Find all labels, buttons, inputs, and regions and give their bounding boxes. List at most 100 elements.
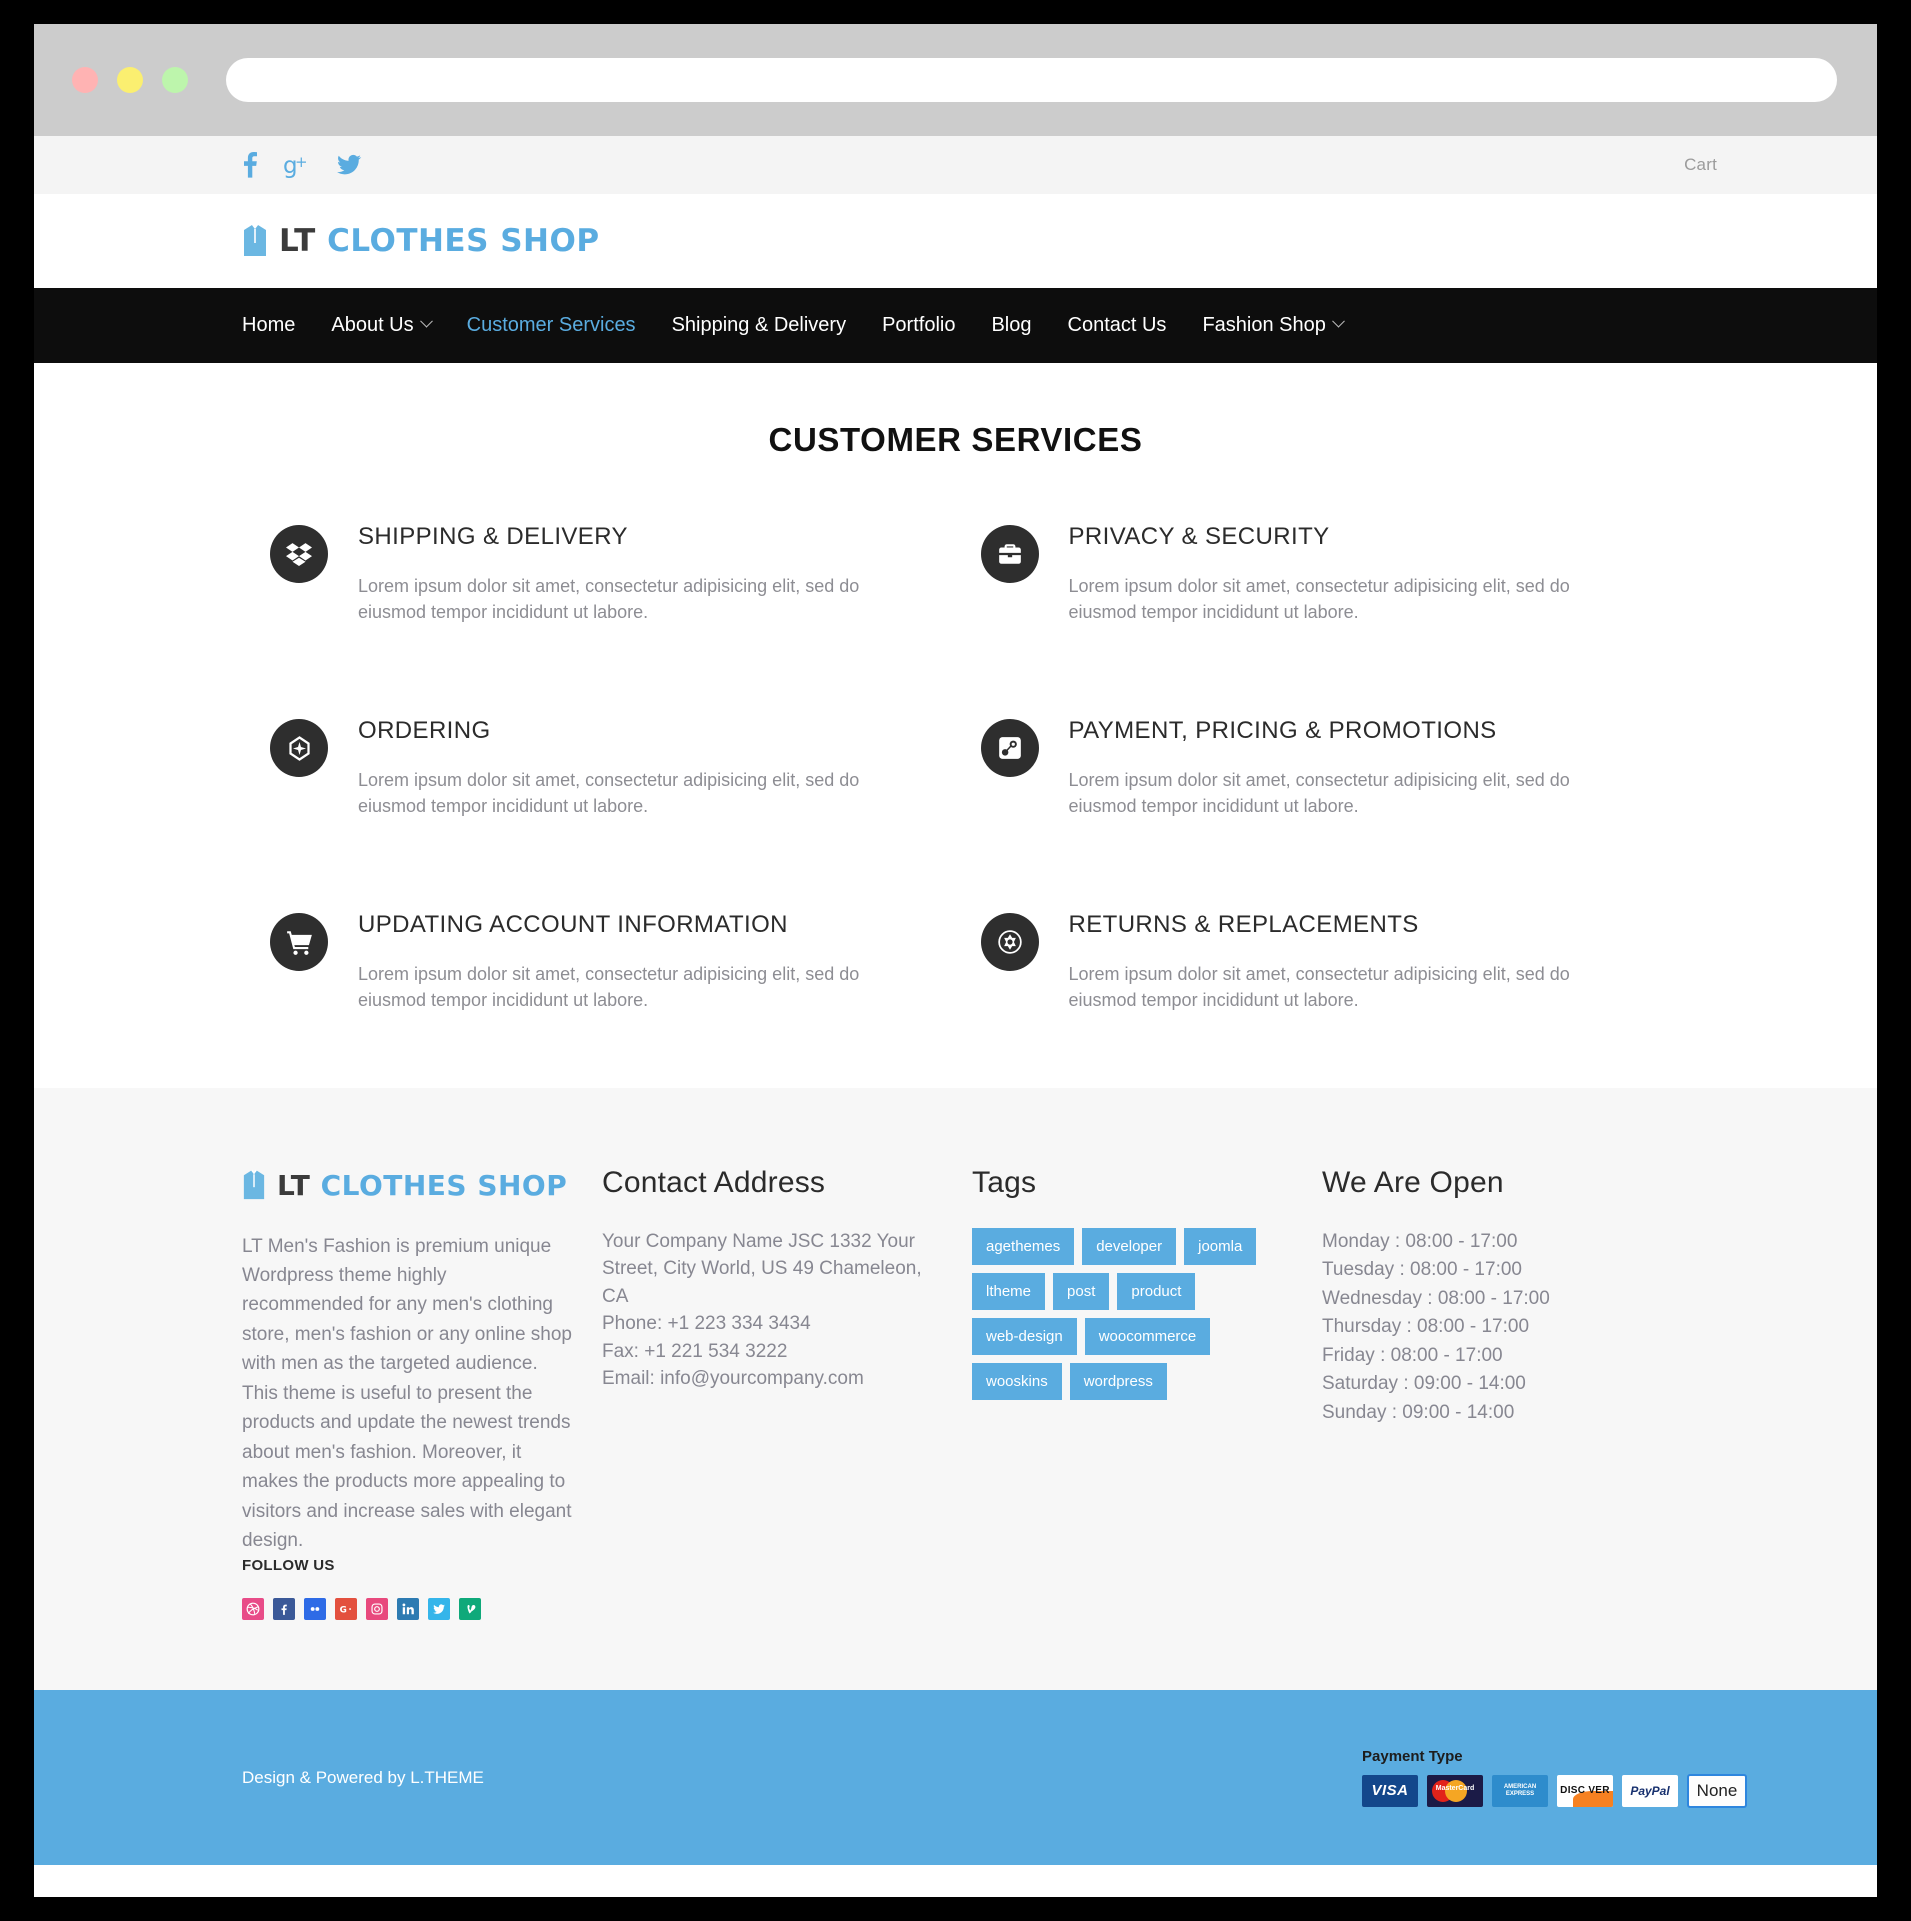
service-title: RETURNS & REPLACEMENTS bbox=[1068, 911, 1419, 939]
nav-label: Contact Us bbox=[1067, 314, 1167, 336]
tag-joomla[interactable]: joomla bbox=[1184, 1227, 1257, 1265]
twitter-icon[interactable] bbox=[336, 152, 362, 178]
tag-wordpress[interactable]: wordpress bbox=[1069, 1362, 1167, 1400]
service-description: Lorem ipsum dolor sit amet, consectetur … bbox=[1068, 964, 1570, 1011]
minimize-window-button[interactable] bbox=[117, 67, 143, 93]
copyright-text: Design & Powered by L.THEME bbox=[242, 1767, 484, 1787]
footer-logo-lt: LT bbox=[277, 1168, 311, 1202]
service-title: PRIVACY & SECURITY bbox=[1068, 523, 1330, 550]
logo-rest: CLOTHES SHOP bbox=[327, 222, 600, 259]
svg-text:G: G bbox=[340, 1606, 347, 1616]
nav-item-portfolio[interactable]: Portfolio bbox=[882, 314, 955, 337]
twitter-icon[interactable] bbox=[428, 1598, 450, 1621]
site-logo[interactable]: LT CLOTHES SHOP bbox=[242, 220, 600, 263]
none-option[interactable]: None bbox=[1687, 1773, 1747, 1808]
tag-web-design[interactable]: web-design bbox=[972, 1317, 1077, 1355]
hours-heading: We Are Open bbox=[1322, 1165, 1504, 1199]
service-body: RETURNS & REPLACEMENTS Lorem ipsum dolor… bbox=[1069, 909, 1629, 1013]
visa-icon[interactable]: VISA bbox=[1362, 1774, 1418, 1807]
flickr-icon[interactable] bbox=[304, 1598, 326, 1621]
site-footer: LT CLOTHES SHOP LT Men's Fashion is prem… bbox=[34, 1087, 1877, 1691]
address-bar[interactable] bbox=[226, 58, 1837, 102]
nav-item-home[interactable]: Home bbox=[242, 314, 295, 337]
facebook-icon[interactable] bbox=[273, 1598, 295, 1621]
service-description: Lorem ipsum dolor sit amet, consectetur … bbox=[1068, 576, 1570, 623]
payment-type-label: Payment Type bbox=[1362, 1747, 1463, 1765]
footer-logo-text: LT CLOTHES SHOP bbox=[277, 1168, 568, 1202]
paypal-icon[interactable]: PayPal bbox=[1622, 1774, 1678, 1807]
chevron-down-icon bbox=[419, 314, 433, 328]
tag-agethemes[interactable]: agethemes bbox=[972, 1227, 1075, 1265]
maximize-window-button[interactable] bbox=[162, 67, 188, 93]
close-window-button[interactable] bbox=[72, 67, 98, 93]
service-item-ordering: ORDERING Lorem ipsum dolor sit amet, con… bbox=[270, 715, 933, 819]
tag-cloud: agethemes developer joomla ltheme post p… bbox=[972, 1227, 1272, 1400]
hours-saturday: Saturday : 09:00 - 14:00 bbox=[1322, 1373, 1526, 1395]
hours-thursday: Thursday : 08:00 - 17:00 bbox=[1322, 1316, 1530, 1338]
gem-icon bbox=[270, 719, 328, 778]
facebook-icon[interactable] bbox=[242, 152, 258, 178]
nav-label: Home bbox=[242, 314, 296, 336]
google-plus-icon[interactable]: G bbox=[335, 1598, 357, 1621]
tag-product[interactable]: product bbox=[1117, 1272, 1196, 1310]
logo-text: LT CLOTHES SHOP bbox=[279, 222, 600, 259]
amex-icon[interactable]: AMERICAN EXPRESS bbox=[1492, 1774, 1548, 1807]
window-controls bbox=[72, 67, 188, 93]
tags-heading: Tags bbox=[972, 1165, 1037, 1199]
nav-item-customer-services[interactable]: Customer Services bbox=[467, 314, 636, 337]
cart-link[interactable]: Cart bbox=[1684, 155, 1717, 175]
tag-woocommerce[interactable]: woocommerce bbox=[1084, 1317, 1211, 1355]
page-content: CUSTOMER SERVICES SHIPPING & DELIVERY Lo… bbox=[34, 363, 1877, 1088]
mastercard-circles: MasterCard bbox=[1432, 1779, 1478, 1802]
footer-about-text: LT Men's Fashion is premium unique Wordp… bbox=[242, 1235, 572, 1551]
service-description: Lorem ipsum dolor sit amet, consectetur … bbox=[358, 770, 860, 817]
paypal-label: PayPal bbox=[1630, 1783, 1670, 1798]
service-body: UPDATING ACCOUNT INFORMATION Lorem ipsum… bbox=[358, 909, 918, 1013]
service-title: UPDATING ACCOUNT INFORMATION bbox=[358, 911, 788, 939]
service-body: SHIPPING & DELIVERY Lorem ipsum dolor si… bbox=[358, 521, 918, 625]
nav-label: Portfolio bbox=[882, 314, 956, 336]
nav-item-shipping-delivery[interactable]: Shipping & Delivery bbox=[672, 314, 847, 337]
shopping-cart-icon bbox=[270, 913, 328, 972]
payment-icons-row: VISA MasterCard AMERICAN EXPRESS DISC VE… bbox=[1362, 1773, 1747, 1808]
nav-label: Blog bbox=[991, 314, 1032, 336]
linkedin-icon[interactable] bbox=[397, 1598, 419, 1621]
follow-us-label: FOLLOW US bbox=[242, 1557, 335, 1575]
site-bottom-bar: Design & Powered by L.THEME Payment Type… bbox=[34, 1690, 1877, 1866]
nav-item-contact-us[interactable]: Contact Us bbox=[1068, 314, 1167, 337]
contact-email-line: Email: info@yourcompany.com bbox=[602, 1368, 864, 1390]
briefcase-icon bbox=[980, 525, 1039, 583]
discover-label: DISC VER bbox=[1560, 1785, 1610, 1797]
service-item-payment-pricing-promotions: PAYMENT, PRICING & PROMOTIONS Lorem ipsu… bbox=[980, 715, 1644, 819]
nav-item-about-us[interactable]: About Us bbox=[331, 314, 433, 337]
google-plus-icon[interactable]: g + bbox=[283, 152, 311, 178]
discover-icon[interactable]: DISC VER bbox=[1557, 1774, 1613, 1807]
vine-icon[interactable] bbox=[459, 1598, 481, 1621]
service-item-updating-account-information: UPDATING ACCOUNT INFORMATION Lorem ipsum… bbox=[270, 909, 933, 1013]
footer-logo-rest: CLOTHES SHOP bbox=[320, 1168, 568, 1202]
service-description: Lorem ipsum dolor sit amet, consectetur … bbox=[358, 964, 860, 1011]
footer-logo[interactable]: LT CLOTHES SHOP bbox=[242, 1166, 572, 1206]
amex-label: AMERICAN EXPRESS bbox=[1503, 1783, 1537, 1797]
service-item-shipping-delivery: SHIPPING & DELIVERY Lorem ipsum dolor si… bbox=[270, 521, 933, 625]
contact-address-line: Your Company Name JSC 1332 Your Street, … bbox=[602, 1230, 922, 1307]
mastercard-label: MasterCard bbox=[1435, 1784, 1475, 1792]
hours-sunday: Sunday : 09:00 - 14:00 bbox=[1322, 1401, 1515, 1423]
service-description: Lorem ipsum dolor sit amet, consectetur … bbox=[358, 576, 860, 623]
screenshot-root: g + Cart LT CLOTHES SHOP Home About Us C… bbox=[0, 0, 1911, 1921]
instagram-icon[interactable] bbox=[366, 1598, 388, 1621]
mastercard-icon[interactable]: MasterCard bbox=[1427, 1774, 1483, 1807]
payment-types: Payment Type VISA MasterCard AMERICAN EX… bbox=[1362, 1748, 1747, 1808]
tag-developer[interactable]: developer bbox=[1082, 1227, 1177, 1265]
hours-monday: Monday : 08:00 - 17:00 bbox=[1322, 1230, 1518, 1252]
nav-item-blog[interactable]: Blog bbox=[991, 314, 1031, 337]
dribbble-icon[interactable] bbox=[242, 1598, 264, 1621]
tag-post[interactable]: post bbox=[1053, 1272, 1110, 1310]
topbar-social-links: g + bbox=[242, 152, 362, 178]
empire-icon bbox=[980, 913, 1039, 972]
suit-icon bbox=[242, 1166, 266, 1206]
tag-ltheme[interactable]: ltheme bbox=[972, 1272, 1046, 1310]
hours-tuesday: Tuesday : 08:00 - 17:00 bbox=[1322, 1259, 1522, 1281]
tag-wooskins[interactable]: wooskins bbox=[972, 1362, 1062, 1400]
nav-item-fashion-shop[interactable]: Fashion Shop bbox=[1202, 314, 1345, 337]
